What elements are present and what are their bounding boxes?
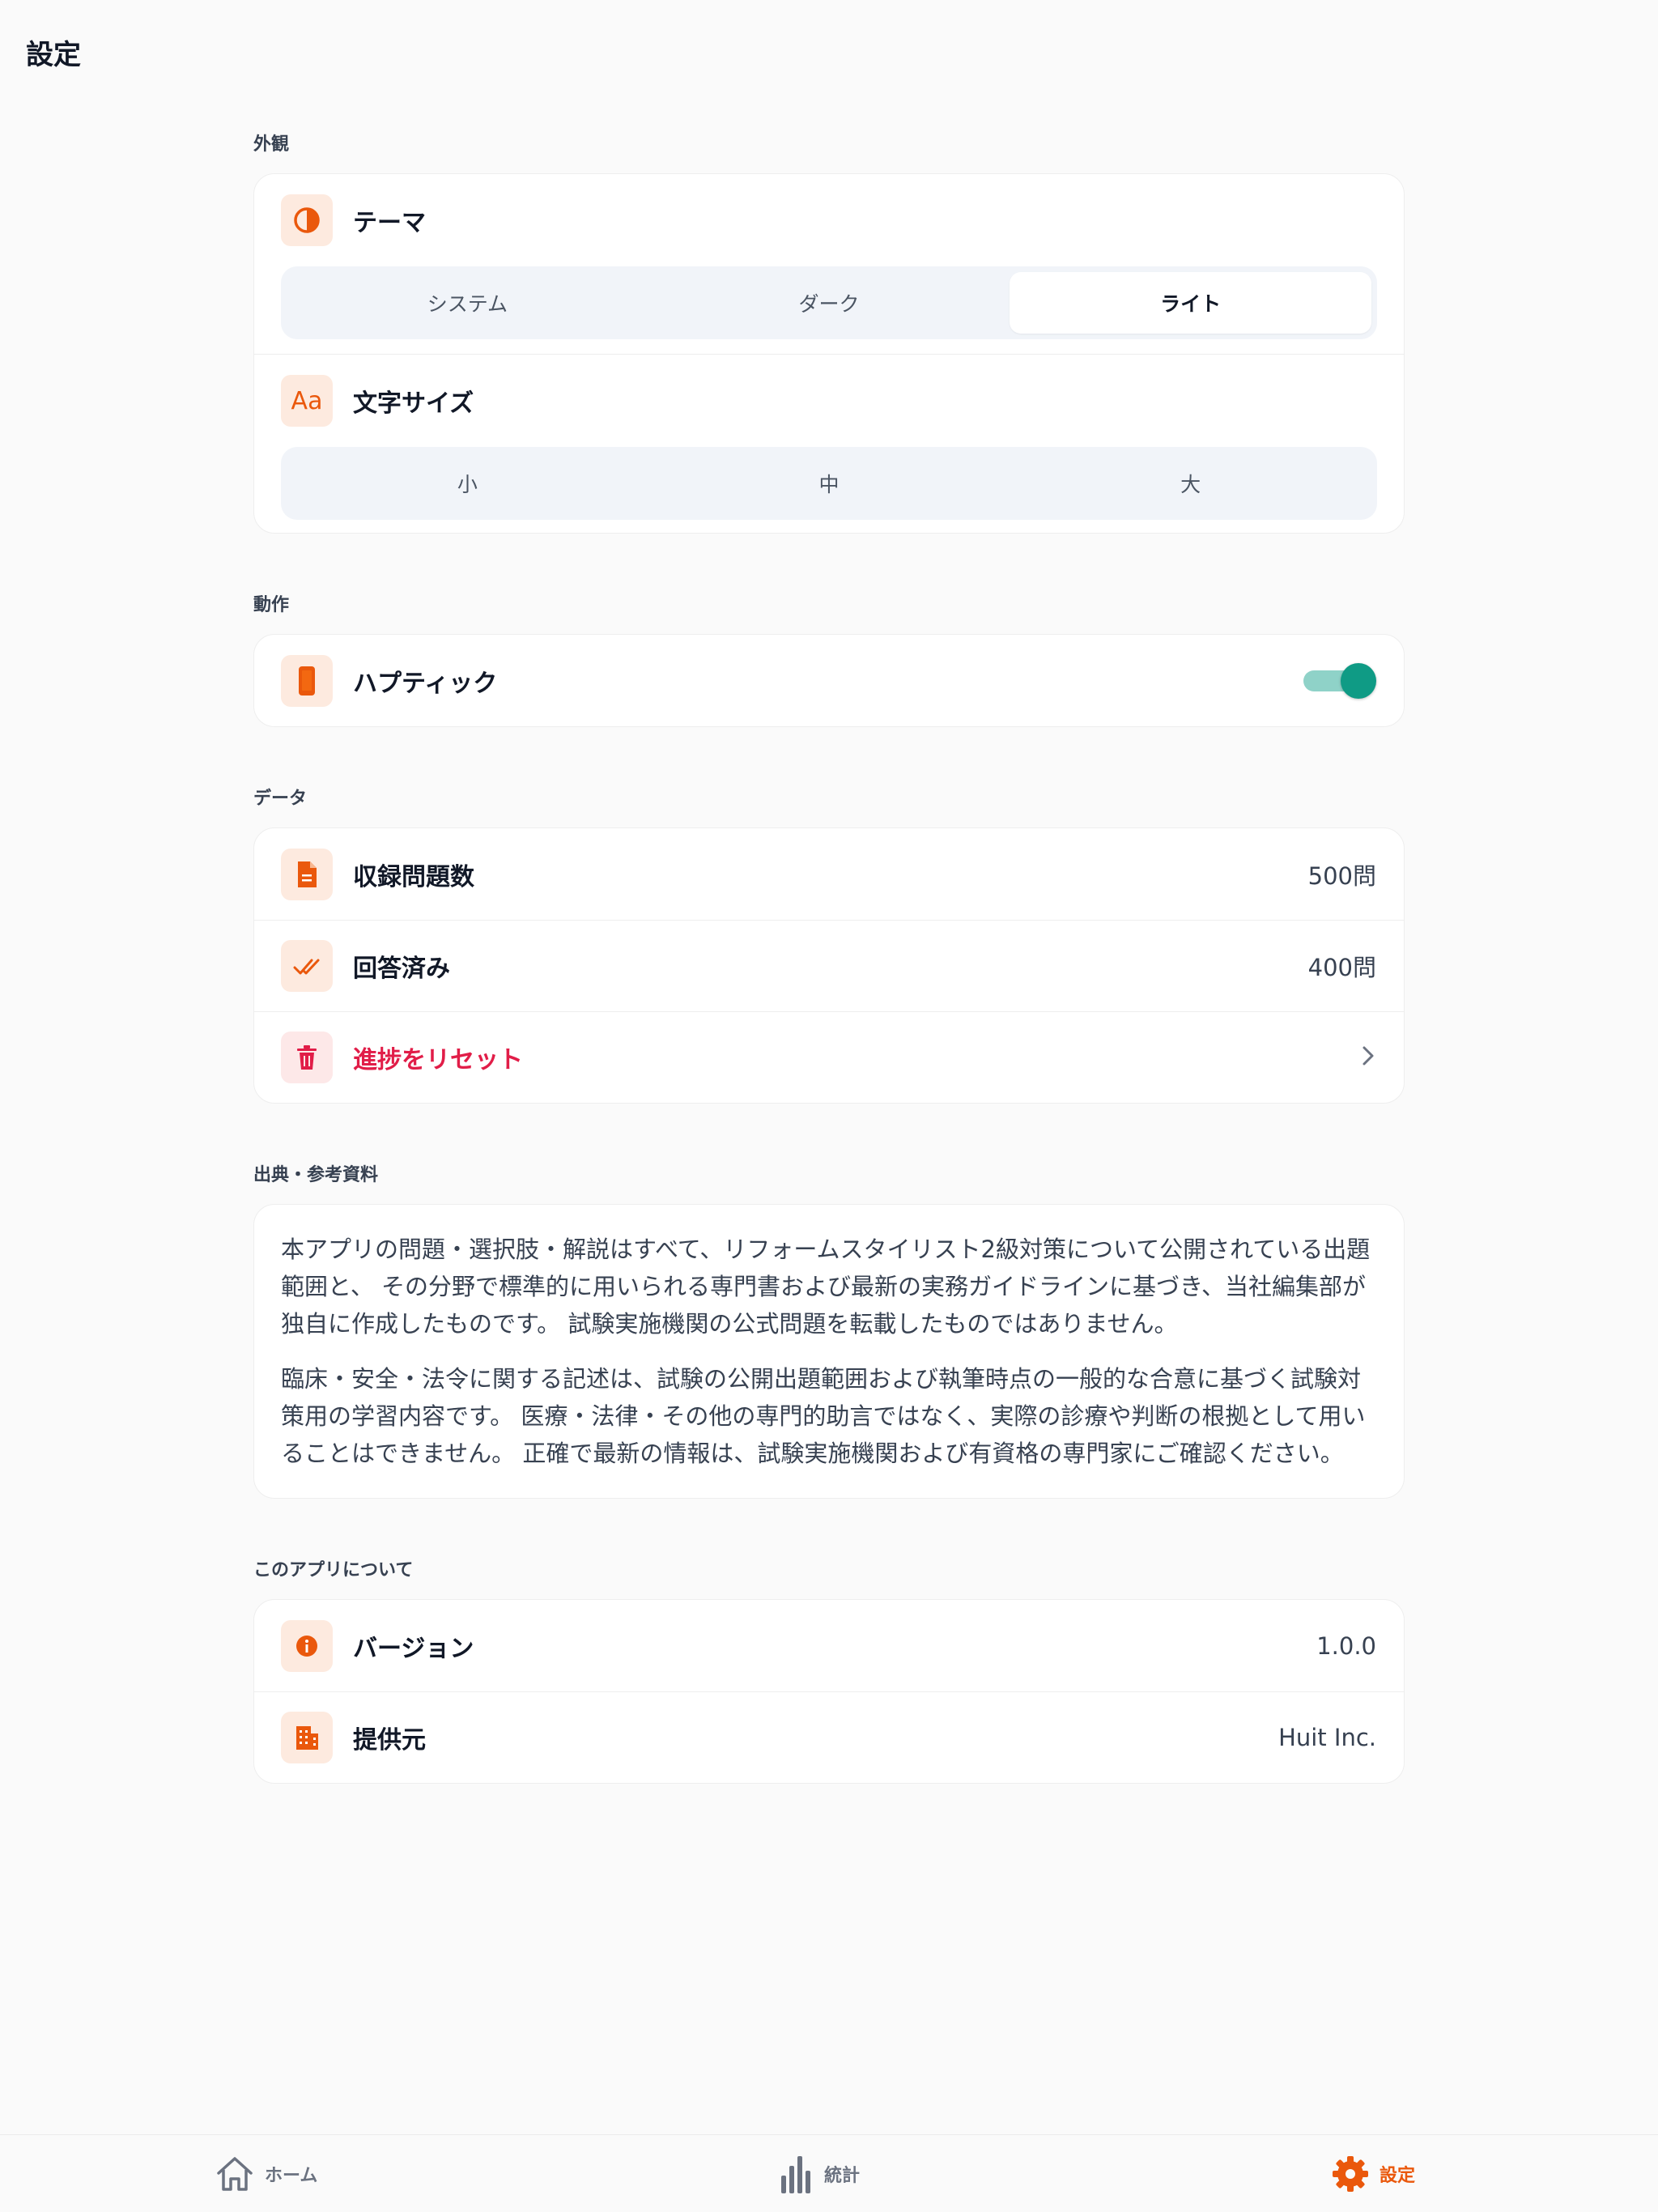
sources-paragraph-2: 臨床・安全・法令に関する記述は、試験の公開出題範囲および執筆時点の一般的な合意に…: [281, 1365, 1366, 1467]
theme-option-system[interactable]: システム: [287, 272, 648, 334]
version-row: バージョン 1.0.0: [254, 1600, 1404, 1691]
font-size-option-large[interactable]: 大: [1010, 453, 1371, 514]
question-count-row: 収録問題数 500問: [254, 828, 1404, 920]
chevron-right-icon: [1360, 1044, 1376, 1071]
sources-card: 本アプリの問題・選択肢・解説はすべて、リフォームスタイリスト2級対策について公開…: [253, 1204, 1405, 1499]
page-title: 設定: [26, 39, 81, 71]
section-label-data: データ: [253, 789, 308, 809]
answered-label: 回答済み: [353, 955, 450, 983]
tab-home-label: ホーム: [265, 2166, 318, 2186]
section-label-about: このアプリについて: [253, 1560, 414, 1580]
reset-progress-button[interactable]: 進捗をリセット: [254, 1011, 1404, 1103]
trash-icon: [281, 1032, 333, 1083]
font-size-segmented-control: 小 中 大: [281, 447, 1377, 520]
provider-label: 提供元: [353, 1726, 426, 1755]
reset-progress-label: 進捗をリセット: [353, 1046, 523, 1074]
section-label-appearance: 外観: [253, 134, 290, 155]
font-size-label: 文字サイズ: [353, 389, 474, 418]
building-icon: [281, 1712, 333, 1763]
answered-row: 回答済み 400問: [254, 920, 1404, 1011]
tab-stats-label: 統計: [824, 2166, 861, 2186]
theme-segmented-control: システム ダーク ライト: [281, 266, 1377, 339]
theme-icon: [281, 194, 333, 246]
tab-settings[interactable]: 設定: [1331, 2153, 1415, 2195]
info-icon: [281, 1619, 333, 1672]
tab-stats[interactable]: 統計: [779, 2153, 860, 2195]
about-card: バージョン 1.0.0 提供元 Huit Inc.: [253, 1599, 1405, 1784]
home-icon: [217, 2157, 253, 2191]
section-label-behavior: 動作: [253, 595, 290, 615]
bottom-tab-bar: ホーム 統計 設定: [0, 2134, 1658, 2212]
haptics-label: ハプティック: [353, 669, 498, 698]
provider-row: 提供元 Huit Inc.: [254, 1691, 1404, 1783]
font-size-option-medium[interactable]: 中: [648, 453, 1010, 514]
sources-paragraph-1: 本アプリの問題・選択肢・解説はすべて、リフォームスタイリスト2級対策について公開…: [281, 1236, 1371, 1338]
theme-label: テーマ: [353, 209, 426, 237]
font-size-option-small[interactable]: 小: [287, 453, 648, 514]
font-size-header: Aa 文字サイズ: [281, 355, 1377, 447]
behavior-card: ハプティック: [253, 634, 1405, 727]
haptics-toggle[interactable]: [1303, 662, 1376, 699]
double-check-icon: [281, 940, 333, 992]
provider-value: Huit Inc.: [1278, 1724, 1376, 1751]
answered-value: 400問: [1307, 954, 1376, 981]
tab-settings-label: 設定: [1380, 2166, 1416, 2186]
phone-icon: [281, 654, 333, 707]
theme-option-dark[interactable]: ダーク: [648, 272, 1010, 334]
tab-home[interactable]: ホーム: [215, 2153, 317, 2195]
version-value: 1.0.0: [1316, 1631, 1376, 1660]
version-label: バージョン: [353, 1634, 474, 1663]
question-count-value: 500問: [1307, 861, 1376, 890]
appearance-card: テーマ システム ダーク ライト Aa 文字サイズ 小 中 大: [253, 173, 1405, 534]
data-card: 収録問題数 500問 回答済み 400問 進捗をリセット: [253, 827, 1405, 1104]
gear-icon: [1333, 2156, 1368, 2192]
theme-option-light[interactable]: ライト: [1010, 272, 1372, 334]
haptics-row: ハプティック: [254, 635, 1404, 726]
document-icon: [281, 848, 333, 900]
section-label-sources: 出典・参考資料: [253, 1165, 379, 1185]
theme-header: テーマ: [281, 174, 1377, 266]
question-count-label: 収録問題数: [353, 862, 474, 891]
settings-content: 外観 テーマ システム ダーク ライト Aa 文字サイズ 小 中 大 動作 ハプ…: [253, 130, 1405, 1784]
bar-chart-icon: [781, 2156, 810, 2193]
font-size-icon: Aa: [281, 375, 333, 427]
